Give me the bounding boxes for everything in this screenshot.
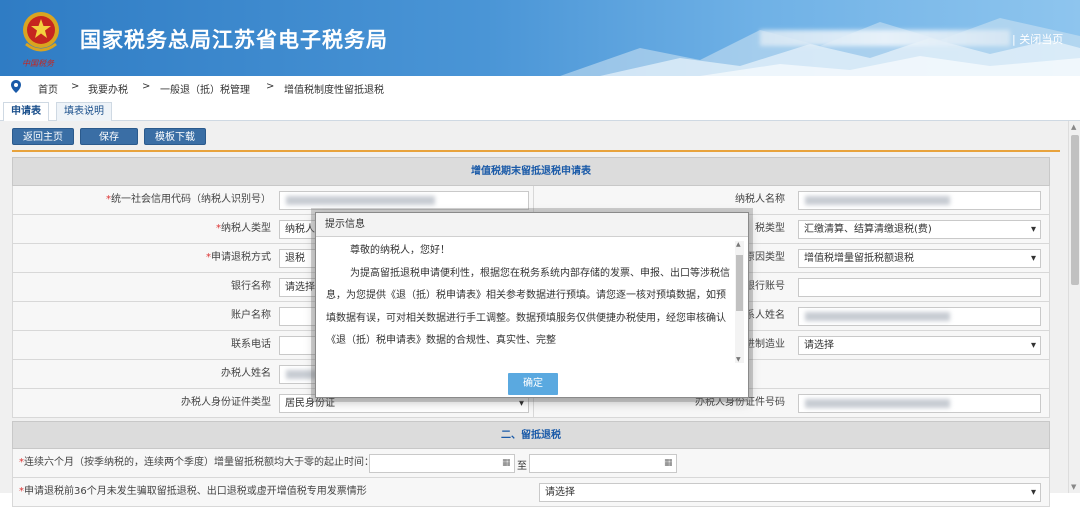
field-label: 办税人身份证件类型	[181, 397, 271, 408]
notice-dialog: 提示信息 尊敬的纳税人，您好！ 为提高留抵退税申请便利性，根据您在税务系统内部存…	[315, 212, 749, 398]
breadcrumb-refund-management[interactable]: 一般退（抵）税管理	[160, 81, 250, 96]
field-label: 账户名称	[231, 310, 271, 321]
location-pin-icon	[11, 80, 21, 93]
field-label: *连续六个月（按季纳税的，连续两个季度）增量留抵税额均大于零的起止时间：	[19, 457, 374, 468]
dialog-scrollbar[interactable]: ▲ ▼	[735, 241, 744, 363]
advanced-manufacturing-select[interactable]: 请选择	[798, 336, 1041, 355]
confirm-button[interactable]: 确定	[508, 373, 558, 395]
section-title-form: 增值税期末留抵退税申请表	[12, 157, 1050, 186]
form-row: *统一社会信用代码（纳税人识别号） 纳税人名称	[12, 186, 1050, 215]
taxpayer-name-input[interactable]	[798, 191, 1041, 210]
agent-id-number-input[interactable]	[798, 394, 1041, 413]
page-scrollbar[interactable]: ▲ ▼	[1068, 121, 1080, 493]
breadcrumb-home[interactable]: 首页	[38, 81, 58, 96]
site-title: 国家税务总局江苏省电子税务局	[80, 28, 388, 52]
breadcrumb-current: 增值税制度性留抵退税	[284, 85, 384, 96]
contact-name-input[interactable]	[798, 307, 1041, 326]
toolbar-divider	[12, 150, 1060, 152]
field-label: *申请退税前36个月未发生骗取留抵退税、出口退税或虚开增值税专用发票情形	[19, 486, 367, 497]
period-start-date-input[interactable]	[369, 454, 515, 473]
period-to-label: 至	[517, 461, 527, 472]
field-label: *统一社会信用代码（纳税人识别号）	[106, 194, 271, 205]
form-row: *连续六个月（按季纳税的，连续两个季度）增量留抵税额均大于零的起止时间： ▦ 至…	[12, 449, 1050, 478]
field-label: 办税人姓名	[221, 368, 271, 379]
reason-type-select[interactable]: 增值税增量留抵税额退税	[798, 249, 1041, 268]
breadcrumb-tax-services[interactable]: 我要办税	[88, 81, 128, 96]
close-page-link[interactable]: | 关闭当页	[1012, 31, 1063, 47]
period-end-date-input[interactable]	[529, 454, 677, 473]
tax-emblem-icon	[23, 12, 59, 52]
tab-application-form[interactable]: 申请表	[3, 102, 49, 121]
field-label: 纳税人名称	[735, 194, 785, 205]
user-info-blurred	[760, 30, 1010, 46]
breadcrumb-separator: >	[266, 81, 275, 92]
site-header: 中国税务 国家税务总局江苏省电子税务局 | 关闭当页	[0, 0, 1080, 76]
calendar-icon[interactable]: ▦	[664, 458, 673, 468]
template-download-button[interactable]: 模板下载	[144, 128, 206, 145]
save-button[interactable]: 保存	[80, 128, 138, 145]
credit-code-input[interactable]	[279, 191, 529, 210]
calendar-icon[interactable]: ▦	[502, 458, 511, 468]
field-label: 银行名称	[231, 281, 271, 292]
tab-bar: 申请表 填表说明	[0, 99, 1080, 121]
breadcrumb: 首页 > 我要办税 > 一般退（抵）税管理 > 增值税制度性留抵退税	[0, 76, 1080, 98]
logo-caption: 中国税务	[22, 59, 54, 68]
refund-type-select[interactable]: 汇缴清算、结算清缴退税(费)	[798, 220, 1041, 239]
breadcrumb-separator: >	[142, 81, 151, 92]
tab-instructions[interactable]: 填表说明	[56, 102, 112, 121]
breadcrumb-separator: >	[71, 81, 80, 92]
section-title-refund: 二、留抵退税	[12, 421, 1050, 449]
dialog-greeting: 尊敬的纳税人，您好！	[350, 245, 450, 256]
field-label: *申请退税方式	[206, 252, 271, 263]
field-label: 联系电话	[231, 339, 271, 350]
dialog-message: 为提高留抵退税申请便利性，根据您在税务系统内部存储的发票、申报、出口等涉税信息，…	[326, 267, 730, 347]
dialog-title: 提示信息	[316, 213, 748, 237]
dialog-body: 尊敬的纳税人，您好！ 为提高留抵退税申请便利性，根据您在税务系统内部存储的发票、…	[326, 240, 732, 363]
field-label: *纳税人类型	[216, 223, 271, 234]
back-home-button[interactable]: 返回主页	[12, 128, 74, 145]
bank-account-input[interactable]	[798, 278, 1041, 297]
